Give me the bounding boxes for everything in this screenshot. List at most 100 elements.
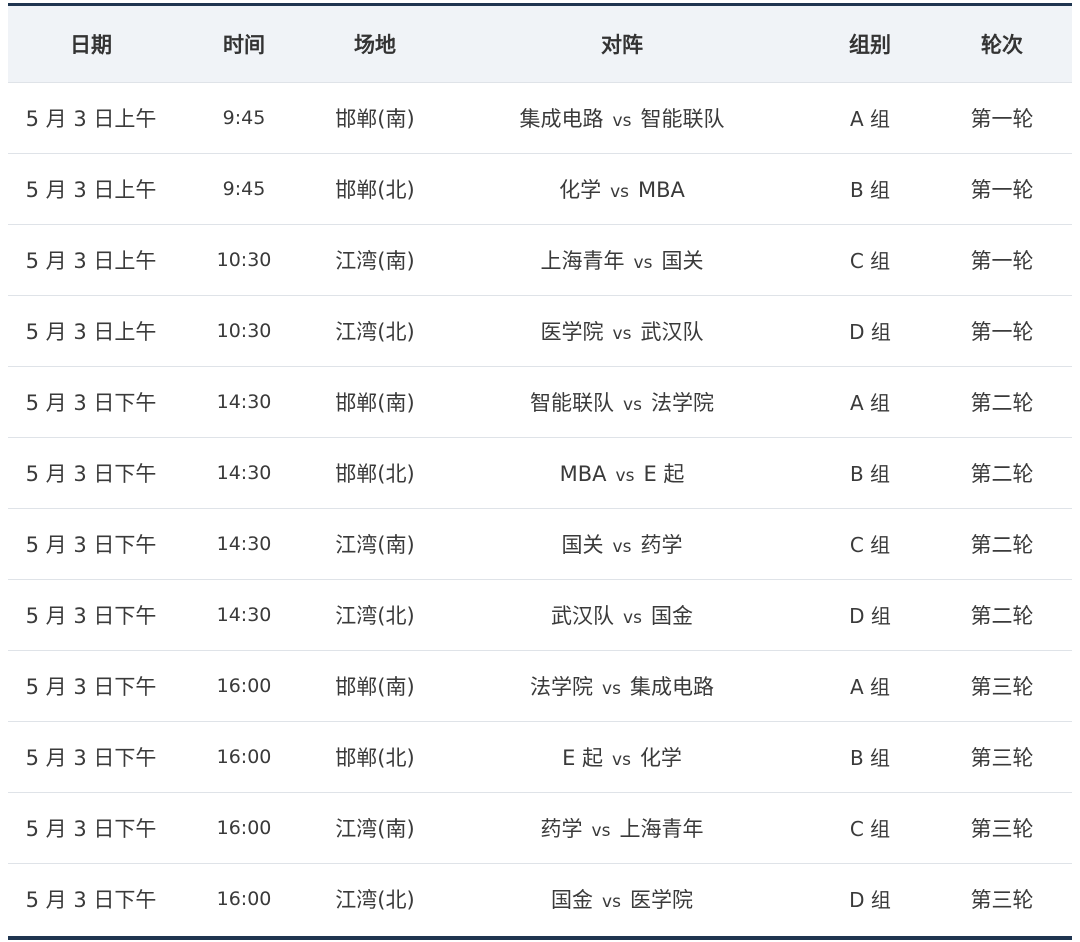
date-cell: 5 月 3 日下午 [8,366,174,438]
matchup-cell: 国关 vs 药学 [436,508,808,580]
time-cell: 16:00 [174,650,314,722]
home-team: E 起 [562,745,604,770]
venue-cell: 邯郸(北) [314,437,436,509]
round-cell: 第二轮 [932,508,1072,580]
away-team: 智能联队 [640,106,725,131]
venue-cell: 邯郸(北) [314,153,436,225]
group-cell: C 组 [808,508,932,580]
venue-cell: 江湾(南) [314,224,436,296]
table-row: 5 月 3 日上午 9:45 邯郸(南) 集成电路 vs 智能联队 A 组第一轮 [8,82,1072,154]
table-row: 5 月 3 日下午 14:30 江湾(南) 国关 vs 药学 C 组第二轮 [8,508,1072,580]
table-row: 5 月 3 日上午 10:30 江湾(南) 上海青年 vs 国关 C 组第一轮 [8,224,1072,296]
time-cell: 10:30 [174,224,314,296]
table-row: 5 月 3 日下午 16:00 邯郸(北) E 起 vs 化学 B 组第三轮 [8,721,1072,793]
vs-label: vs [602,891,621,912]
date-cell: 5 月 3 日上午 [8,153,174,225]
match-schedule-table: 日期 时间 场地 对阵 组别 轮次 5 月 3 日上午 9:45 邯郸(南) 集成电路… [8,6,1072,934]
round-cell: 第二轮 [932,579,1072,651]
home-team: 上海青年 [540,248,625,273]
date-cell: 5 月 3 日下午 [25,887,157,912]
table-body: 5 月 3 日上午 9:45 邯郸(南) 集成电路 vs 智能联队 A 组第一轮 5 月 3 … [8,82,1072,934]
header-group: 组别 [808,6,932,83]
round-cell: 第一轮 [932,224,1072,296]
matchup-cell: 医学院 vs 武汉队 [436,295,808,367]
vs-label: vs [591,820,611,841]
group-cell: B 组 [808,437,932,509]
away-team: 上海青年 [619,816,704,841]
date-cell: 5 月 3 日上午 [8,224,174,296]
table-row: 5 月 3 日下午 14:30 邯郸(北) MBA vs E 起 B 组第二轮 [8,437,1072,509]
table-row: 5 月 3 日下午 14:30 邯郸(南) 智能联队 vs 法学院 A 组第二轮 [8,366,1072,438]
date-cell: 5 月 3 日上午 [8,82,174,154]
vs-label: vs [612,323,632,344]
time-cell: 16:00 [216,887,272,910]
header-date: 日期 [8,6,174,83]
matchup-cell: 国金 vs 医学院 [436,863,808,934]
home-team: 化学 [559,177,602,202]
group-cell: C 组 [808,224,932,296]
table-row: 5 月 3 日上午 10:30 江湾(北) 医学院 vs 武汉队 D 组第一轮 [8,295,1072,367]
round-cell: 第三轮 [932,650,1072,722]
vs-label: vs [633,252,653,273]
away-team: E 起 [643,461,685,486]
venue-cell: 江湾(南) [314,508,436,580]
vs-label: vs [602,678,621,699]
time-cell: 16:00 [174,721,314,793]
vs-label: vs [623,394,642,415]
away-team: 国金 [650,603,693,628]
table-bottom-rule [8,936,1072,940]
time-cell: 10:30 [174,295,314,367]
round-cell: 第一轮 [932,153,1072,225]
vs-label: vs [612,749,631,770]
table-row: 5 月 3 日下午 14:30 江湾(北) 武汉队 vs 国金 D 组第二轮 [8,579,1072,651]
date-cell: 5 月 3 日下午 [8,721,174,793]
away-team: 化学 [639,745,682,770]
venue-cell: 邯郸(南) [314,650,436,722]
home-team: 国金 [551,887,594,912]
venue-cell: 江湾(北) [314,295,436,367]
time-cell: 16:00 [174,792,314,864]
matchup-cell: MBA vs E 起 [436,437,808,509]
group-cell: D 组 [808,295,932,367]
table-row: 5 月 3 日下午 16:00 江湾(北) 国金 vs 医学院 D 组 第三轮 [8,863,1072,934]
venue-cell: 邯郸(南) [314,366,436,438]
vs-label: vs [610,181,629,202]
vs-label: vs [612,536,632,557]
matchup-cell: E 起 vs 化学 [436,721,808,793]
time-cell: 9:45 [174,82,314,154]
date-cell: 5 月 3 日下午 [8,650,174,722]
matchup-cell: 法学院 vs 集成电路 [436,650,808,722]
table-row: 5 月 3 日上午 9:45 邯郸(北) 化学 vs MBA B 组第一轮 [8,153,1072,225]
vs-label: vs [612,110,632,131]
table-header-row: 日期 时间 场地 对阵 组别 轮次 [8,6,1072,83]
away-team: 武汉队 [640,319,704,344]
home-team: 武汉队 [551,603,615,628]
header-venue: 场地 [314,6,436,83]
home-team: MBA [559,461,607,486]
table-row: 5 月 3 日下午 16:00 邯郸(南) 法学院 vs 集成电路 A 组第三轮 [8,650,1072,722]
home-team: 法学院 [530,674,594,699]
away-team: 医学院 [629,887,693,912]
group-cell: D 组 [849,888,891,913]
date-cell: 5 月 3 日下午 [8,508,174,580]
round-cell: 第三轮 [970,887,1034,912]
round-cell: 第三轮 [932,792,1072,864]
round-cell: 第二轮 [932,366,1072,438]
group-cell: A 组 [808,366,932,438]
time-cell: 14:30 [174,508,314,580]
group-cell: B 组 [808,721,932,793]
header-matchup: 对阵 [436,6,808,83]
matchup-cell: 武汉队 vs 国金 [436,579,808,651]
round-cell: 第二轮 [932,437,1072,509]
away-team: 药学 [640,532,683,557]
away-team: MBA [638,177,685,202]
header-time: 时间 [174,6,314,83]
time-cell: 9:45 [174,153,314,225]
schedule-table-container: 日期 时间 场地 对阵 组别 轮次 5 月 3 日上午 9:45 邯郸(南) 集成电路… [8,0,1072,942]
round-cell: 第一轮 [932,82,1072,154]
venue-cell: 邯郸(北) [314,721,436,793]
matchup-cell: 药学 vs 上海青年 [436,792,808,864]
venue-cell: 邯郸(南) [314,82,436,154]
home-team: 药学 [540,816,583,841]
round-cell: 第三轮 [932,721,1072,793]
